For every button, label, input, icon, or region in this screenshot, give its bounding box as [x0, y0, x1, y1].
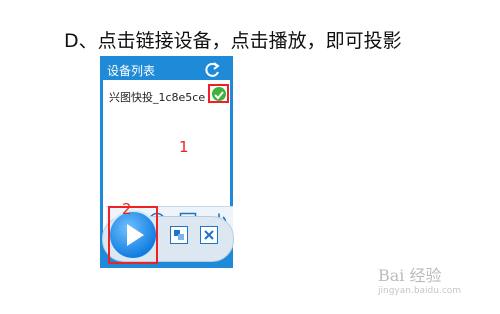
device-item[interactable]: 兴图快投_1c8e5ce [109, 89, 205, 105]
restore-icon[interactable] [170, 226, 188, 244]
annotation-label-1: 1 [179, 138, 189, 156]
close-icon[interactable] [200, 226, 218, 244]
player-bar: 2 [102, 200, 234, 268]
check-circle-icon[interactable] [212, 87, 226, 101]
watermark-url: jingyan.baidu.com [378, 286, 462, 296]
connect-highlight [208, 84, 229, 103]
instruction-caption: D、点击链接设备，点击播放，即可投影 [64, 30, 402, 52]
refresh-icon[interactable] [202, 60, 222, 80]
annotation-label-2: 2 [122, 200, 132, 218]
play-highlight [108, 206, 158, 264]
panel-title: 设备列表 [107, 64, 156, 78]
baidu-watermark: Bai 经验 jingyan.baidu.com [360, 258, 480, 304]
watermark-text: Bai 经验 [378, 266, 442, 285]
device-panel: 设备列表 兴图快投_1c8e5ce 1 A [100, 56, 234, 268]
